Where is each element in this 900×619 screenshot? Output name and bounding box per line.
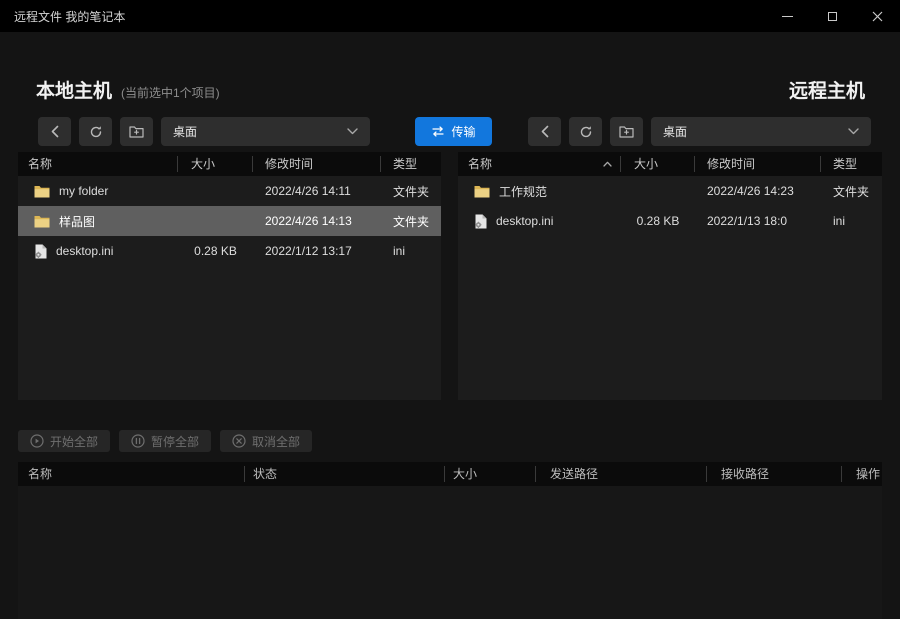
remote-path-value: 桌面: [663, 125, 688, 139]
local-new-folder-button[interactable]: [120, 117, 153, 146]
table-row-selected[interactable]: 样品图 2022/4/26 14:13 文件夹: [18, 206, 441, 236]
window-title: 远程文件 我的笔记本: [14, 9, 126, 24]
queue-column-send-path: 发送路径: [536, 466, 707, 482]
local-toolbar: 桌面: [38, 117, 370, 146]
cancel-all-button[interactable]: 取消全部: [220, 430, 313, 452]
remote-refresh-button[interactable]: [569, 117, 602, 146]
panel-titles-row: 本地主机 (当前选中1个项目) 远程主机: [36, 76, 865, 103]
remote-path-dropdown[interactable]: 桌面: [651, 117, 871, 146]
queue-column-name: 名称: [18, 466, 245, 482]
file-type: ini: [393, 244, 406, 258]
local-path-dropdown[interactable]: 桌面: [161, 117, 370, 146]
start-all-label: 开始全部: [50, 434, 99, 449]
local-table-header: 名称 大小 修改时间 类型: [18, 152, 441, 176]
new-folder-icon: [129, 126, 144, 138]
start-all-button[interactable]: 开始全部: [18, 430, 111, 452]
local-file-panel: 名称 大小 修改时间 类型 my folder 2022/4/26 14:11 …: [18, 152, 441, 400]
queue-table-header: 名称 状态 大小 发送路径 接收路径 操作: [18, 462, 882, 486]
remote-column-size[interactable]: 大小: [621, 156, 695, 172]
queue-column-size: 大小: [445, 466, 536, 482]
queue-column-receive-path: 接收路径: [707, 466, 842, 482]
refresh-icon: [90, 125, 101, 137]
local-column-size[interactable]: 大小: [178, 156, 253, 172]
table-row[interactable]: my folder 2022/4/26 14:11 文件夹: [18, 176, 441, 206]
ini-file-icon: [475, 214, 487, 228]
close-button[interactable]: [855, 0, 900, 32]
file-name: 工作规范: [499, 184, 548, 199]
file-type: ini: [833, 214, 846, 228]
selection-count-label: (当前选中1个项目): [121, 86, 220, 100]
sort-ascending-icon: [603, 161, 612, 167]
new-folder-icon: [619, 126, 634, 138]
remote-table-header: 名称 大小 修改时间 类型: [458, 152, 882, 176]
minimize-icon: [782, 15, 793, 17]
pause-circle-icon: [131, 434, 145, 448]
minimize-button[interactable]: [765, 0, 810, 32]
remote-column-name[interactable]: 名称: [458, 156, 621, 172]
remote-column-name-label: 名称: [468, 157, 493, 171]
chevron-left-icon: [51, 125, 58, 138]
chevron-down-icon: [347, 128, 358, 135]
x-circle-icon: [232, 434, 246, 448]
remote-host-title: 远程主机: [788, 81, 865, 102]
close-icon: [872, 11, 883, 21]
transfer-queue-table: 名称 状态 大小 发送路径 接收路径 操作: [18, 462, 882, 619]
file-mtime: 2022/4/26 14:13: [265, 214, 352, 228]
local-column-mtime[interactable]: 修改时间: [253, 156, 381, 172]
table-row[interactable]: desktop.ini 0.28 KB 2022/1/13 18:0 ini: [458, 206, 882, 236]
queue-column-status: 状态: [245, 466, 445, 482]
play-circle-icon: [30, 434, 44, 448]
remote-toolbar: 桌面: [528, 117, 871, 146]
file-name: 样品图: [59, 214, 96, 229]
table-row[interactable]: desktop.ini 0.28 KB 2022/1/12 13:17 ini: [18, 236, 441, 266]
file-name: desktop.ini: [496, 214, 554, 228]
file-size: 0.28 KB: [636, 214, 680, 228]
remote-column-mtime[interactable]: 修改时间: [695, 156, 821, 172]
window-controls: [765, 0, 900, 32]
remote-column-type[interactable]: 类型: [821, 156, 882, 172]
local-back-button[interactable]: [38, 117, 71, 146]
queue-column-operation: 操作: [856, 467, 881, 481]
pause-all-button[interactable]: 暂停全部: [119, 430, 212, 452]
file-name: my folder: [59, 184, 109, 198]
chevron-down-icon: [848, 128, 859, 135]
table-row[interactable]: 工作规范 2022/4/26 14:23 文件夹: [458, 176, 882, 206]
queue-table-body-empty: [18, 486, 882, 619]
file-size: 0.28 KB: [194, 244, 237, 258]
transfer-button[interactable]: 传输: [415, 117, 492, 146]
file-name: desktop.ini: [56, 244, 114, 258]
file-type: 文件夹: [393, 214, 430, 229]
queue-controls: 开始全部 暂停全部 取消全部: [18, 430, 313, 452]
refresh-icon: [580, 125, 591, 137]
folder-icon: [474, 185, 490, 197]
local-host-title: 本地主机: [36, 81, 113, 102]
local-column-type[interactable]: 类型: [381, 156, 441, 172]
remote-file-panel: 名称 大小 修改时间 类型 工作规范 2022/4/26 14:23 文件夹 d…: [458, 152, 882, 400]
pause-all-label: 暂停全部: [151, 434, 200, 449]
file-mtime: 2022/1/13 18:0: [707, 214, 788, 228]
ini-file-icon: [35, 244, 47, 258]
remote-back-button[interactable]: [528, 117, 561, 146]
maximize-icon: [828, 11, 837, 21]
folder-icon: [34, 215, 50, 227]
transfer-swap-icon: [432, 126, 445, 137]
local-column-name[interactable]: 名称: [18, 156, 178, 172]
local-path-value: 桌面: [173, 125, 198, 139]
file-mtime: 2022/4/26 14:23: [707, 184, 794, 198]
chevron-left-icon: [541, 125, 548, 138]
file-type: 文件夹: [393, 184, 430, 199]
file-mtime: 2022/1/12 13:17: [265, 244, 352, 258]
file-mtime: 2022/4/26 14:11: [265, 184, 351, 198]
remote-new-folder-button[interactable]: [610, 117, 643, 146]
file-type: 文件夹: [833, 184, 870, 199]
local-refresh-button[interactable]: [79, 117, 112, 146]
cancel-all-label: 取消全部: [252, 434, 301, 449]
folder-icon: [34, 185, 50, 197]
title-bar: 远程文件 我的笔记本: [0, 0, 900, 32]
transfer-button-label: 传输: [451, 125, 476, 139]
main-content: 本地主机 (当前选中1个项目) 远程主机 桌面 传输 桌面 名称 大小 修改时间…: [0, 32, 900, 619]
maximize-button[interactable]: [810, 0, 855, 32]
